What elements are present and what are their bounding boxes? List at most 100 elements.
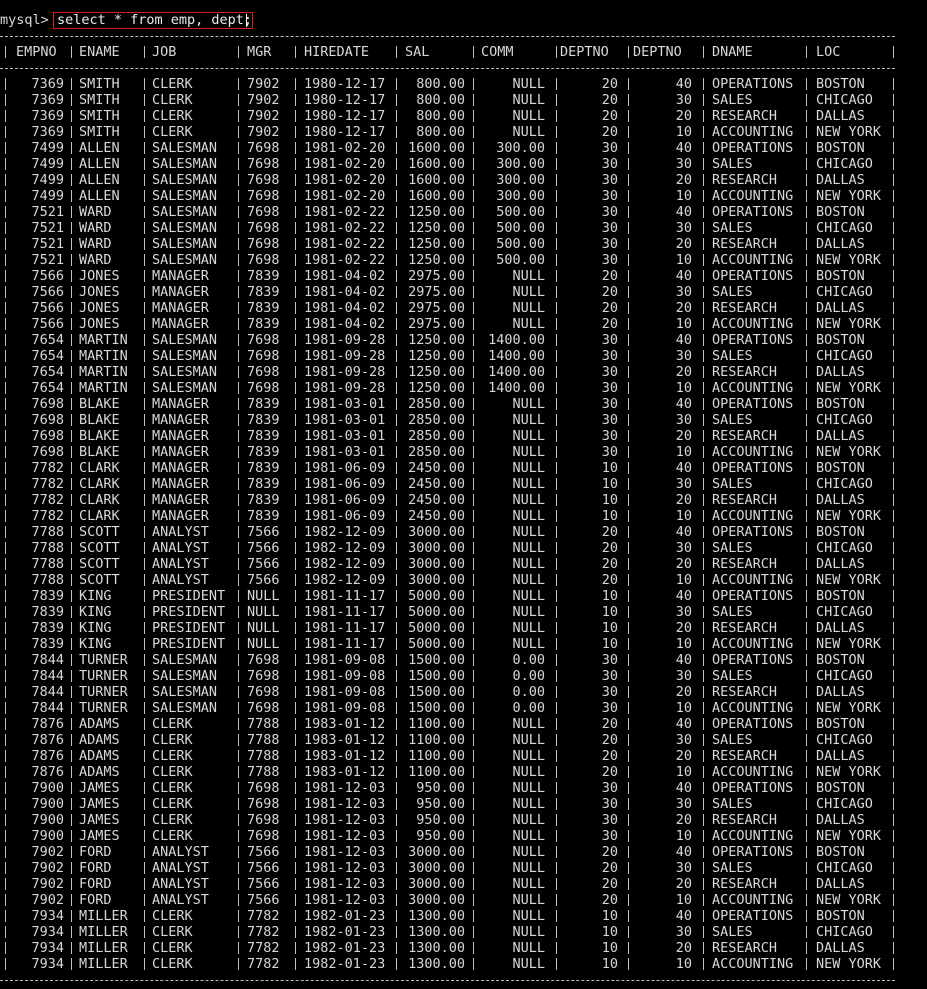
- column-separator: [893, 110, 894, 122]
- table-cell: 20: [601, 860, 618, 876]
- column-separator: [396, 830, 397, 842]
- terminal-window[interactable]: mysql> select * from emp, dept; EMPNO ENA…: [0, 0, 927, 989]
- table-cell: 10: [601, 492, 618, 508]
- table-cell: NEW YORK: [816, 316, 882, 332]
- table-cell: NULL: [512, 940, 545, 956]
- table-cell: 2975.00: [408, 300, 465, 316]
- column-separator: [144, 94, 145, 106]
- column-separator: [295, 430, 296, 442]
- column-separator: [238, 926, 239, 938]
- column-separator: [628, 142, 629, 154]
- table-cell: 7566: [247, 892, 280, 908]
- table-cell: JONES: [79, 284, 120, 300]
- table-cell: 20: [601, 524, 618, 540]
- column-separator: [238, 622, 239, 634]
- table-cell: 1982-01-23: [304, 940, 386, 956]
- table-row: 7521 WARD SALESMAN 7698 1981-02-22 1250.00 500…: [0, 220, 927, 236]
- column-separator: [556, 894, 557, 906]
- column-separator: [628, 526, 629, 538]
- table-cell: BOSTON: [816, 140, 865, 156]
- table-cell: 1250.00: [408, 364, 465, 380]
- column-separator: [238, 478, 239, 490]
- table-cell: SMITH: [79, 76, 120, 92]
- table-cell: 10: [675, 188, 692, 204]
- table-cell: NULL: [512, 588, 545, 604]
- column-separator: [893, 814, 894, 826]
- column-separator: [893, 606, 894, 618]
- column-separator: [71, 942, 72, 954]
- column-separator: [144, 958, 145, 970]
- table-cell: 20: [601, 76, 618, 92]
- table-cell: DALLAS: [816, 684, 865, 700]
- text-cursor: [246, 14, 247, 27]
- column-separator: [144, 334, 145, 346]
- table-cell: ANALYST: [152, 524, 209, 540]
- column-header: COMM: [481, 44, 514, 60]
- column-separator: [703, 190, 704, 202]
- column-separator: [556, 878, 557, 890]
- command-line[interactable]: mysql> select * from emp, dept;: [0, 12, 253, 30]
- column-separator: [806, 942, 807, 954]
- column-separator: [628, 926, 629, 938]
- column-separator: [71, 350, 72, 362]
- table-cell: MANAGER: [152, 284, 209, 300]
- column-separator: [396, 94, 397, 106]
- table-cell: 1981-12-03: [304, 780, 386, 796]
- column-separator: [556, 318, 557, 330]
- table-cell: 1100.00: [408, 764, 465, 780]
- sql-command[interactable]: select * from emp, dept;: [53, 12, 253, 29]
- table-cell: 7902: [31, 860, 64, 876]
- column-separator: [556, 302, 557, 314]
- table-cell: CLARK: [79, 476, 120, 492]
- table-cell: 10: [675, 956, 692, 972]
- column-separator: [238, 958, 239, 970]
- column-separator: [295, 622, 296, 634]
- column-separator: [238, 526, 239, 538]
- table-row: 7839 KING PRESIDENT NULL 1981-11-17 5000.00 NU…: [0, 604, 927, 620]
- column-separator: [295, 94, 296, 106]
- table-cell: 10: [675, 508, 692, 524]
- column-separator: [703, 494, 704, 506]
- column-separator: [473, 414, 474, 426]
- table-cell: JONES: [79, 316, 120, 332]
- column-separator: [144, 670, 145, 682]
- table-row: 7654 MARTIN SALESMAN 7698 1981-09-28 1250.00 1…: [0, 348, 927, 364]
- column-separator: [556, 574, 557, 586]
- column-separator: [893, 958, 894, 970]
- table-cell: CLERK: [152, 796, 193, 812]
- column-separator: [556, 190, 557, 202]
- column-separator: [703, 670, 704, 682]
- table-cell: 1981-09-08: [304, 668, 386, 684]
- table-cell: 7788: [247, 764, 280, 780]
- table-cell: KING: [79, 588, 112, 604]
- column-separator: [71, 382, 72, 394]
- column-separator: [703, 590, 704, 602]
- table-cell: CLARK: [79, 492, 120, 508]
- column-separator: [806, 574, 807, 586]
- column-separator: [628, 334, 629, 346]
- table-cell: 7698: [247, 172, 280, 188]
- column-separator: [295, 254, 296, 266]
- table-cell: NULL: [512, 844, 545, 860]
- column-separator: [473, 398, 474, 410]
- table-cell: NULL: [512, 876, 545, 892]
- table-cell: ACCOUNTING: [712, 572, 794, 588]
- column-separator: [144, 542, 145, 554]
- table-row: 7900 JAMES CLERK 7698 1981-12-03 950.00 NULL 30…: [0, 796, 927, 812]
- column-separator: [144, 462, 145, 474]
- column-separator: [703, 686, 704, 698]
- column-separator: [295, 190, 296, 202]
- column-separator: [71, 878, 72, 890]
- table-cell: 0.00: [512, 652, 545, 668]
- table-cell: NULL: [512, 92, 545, 108]
- table-cell: BOSTON: [816, 524, 865, 540]
- column-separator: [295, 270, 296, 282]
- table-cell: 1981-12-03: [304, 860, 386, 876]
- column-separator: [893, 254, 894, 266]
- column-separator: [473, 302, 474, 314]
- table-cell: NULL: [512, 636, 545, 652]
- column-separator: [396, 846, 397, 858]
- table-cell: OPERATIONS: [712, 460, 794, 476]
- table-cell: KING: [79, 620, 112, 636]
- column-separator: [396, 174, 397, 186]
